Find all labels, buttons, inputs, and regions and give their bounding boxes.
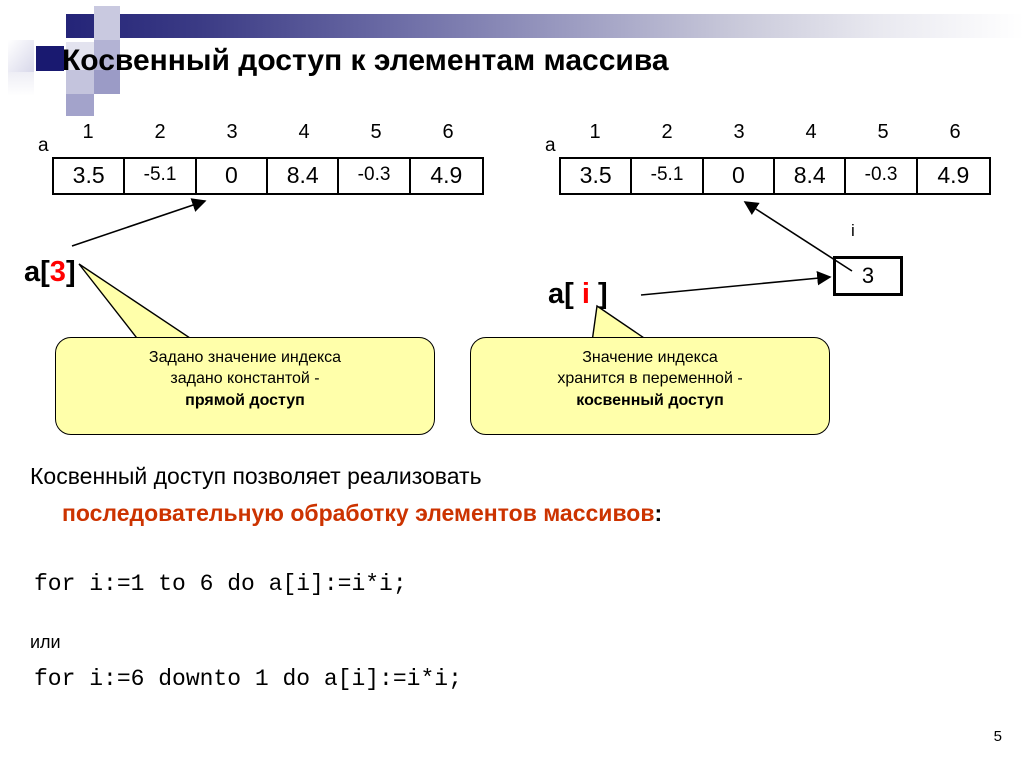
- index-label: 5: [877, 121, 889, 143]
- array-cells-right: 3.5 -5.1 0 8.4 -0.3 4.9: [559, 157, 991, 195]
- index-label: 1: [589, 121, 601, 143]
- body-text-line-1: Косвенный доступ позволяет реализовать: [30, 463, 482, 489]
- array-cell: -5.1: [125, 159, 197, 193]
- expr-index: 3: [49, 256, 66, 288]
- index-label: 6: [442, 121, 454, 143]
- index-label: 5: [370, 121, 382, 143]
- array-cell: 3.5: [561, 159, 633, 193]
- body-text-line-2: последовательную обработку элементов мас…: [62, 502, 662, 525]
- expr-prefix: a[: [24, 256, 50, 288]
- array-label-right: a: [545, 135, 556, 156]
- index-label: 4: [805, 121, 817, 143]
- deco-square-9: [66, 94, 94, 116]
- header-gradient-bar: [66, 14, 1024, 38]
- expr-prefix: a[: [548, 278, 582, 310]
- deco-square-1: [36, 46, 64, 71]
- conjunction-or: или: [30, 632, 61, 652]
- arrow-expr-to-variable: [640, 271, 832, 296]
- array-cell: 0: [197, 159, 269, 193]
- callout-line-2: хранится в переменной -: [557, 370, 743, 388]
- callout-line-1: Значение индекса: [582, 349, 718, 366]
- deco-square-2: [8, 40, 34, 72]
- index-variable-box: 3: [833, 256, 903, 296]
- callout-line-3-bold: косвенный доступ: [576, 391, 724, 409]
- callout-line-3: прямой доступ: [56, 390, 434, 411]
- arrow-direct-to-cell: [71, 198, 207, 247]
- array-cell: 8.4: [775, 159, 847, 193]
- callout-direct-access: Задано значение индекса задано константо…: [55, 337, 435, 435]
- index-label: 1: [82, 121, 94, 143]
- array-cell: 8.4: [268, 159, 340, 193]
- callout-line-1: Задано значение индекса: [148, 349, 342, 366]
- expr-index: i: [581, 278, 590, 310]
- expr-suffix: ]: [65, 256, 76, 288]
- body-text-colon: :: [654, 500, 663, 526]
- array-cell: -5.1: [632, 159, 704, 193]
- body-text-accent: последовательную обработку элементов мас…: [62, 500, 655, 526]
- index-label: 6: [949, 121, 961, 143]
- index-label: 4: [298, 121, 310, 143]
- array-cell: -0.3: [339, 159, 411, 193]
- callout-line-2: задано константой -: [170, 370, 320, 388]
- index-label: 2: [154, 121, 166, 143]
- deco-square-6: [94, 6, 120, 40]
- callout-tail-left: [78, 263, 199, 343]
- array-cells-left: 3.5 -5.1 0 8.4 -0.3 4.9: [52, 157, 484, 195]
- deco-square-3: [8, 72, 34, 96]
- array-cell: 3.5: [54, 159, 126, 193]
- page-title: Косвенный доступ к элементам массива: [62, 44, 669, 77]
- index-label: 3: [226, 121, 238, 143]
- callout-line-3-bold: прямой доступ: [185, 391, 305, 409]
- code-line-2: for i:=6 downto 1 do a[i]:=i*i;: [34, 666, 462, 692]
- array-cell: 0: [704, 159, 776, 193]
- code-line-1: for i:=1 to 6 do a[i]:=i*i;: [34, 571, 407, 597]
- expression-indirect-access: a[ i ]: [548, 280, 608, 309]
- slide: Косвенный доступ к элементам массива a 1…: [0, 0, 1024, 767]
- array-cell: 4.9: [937, 162, 970, 188]
- callout-indirect-access: Значение индекса хранится в переменной -…: [470, 337, 830, 435]
- index-label: 2: [661, 121, 673, 143]
- array-cell: 4.9: [430, 162, 463, 188]
- array-cell: -0.3: [846, 159, 918, 193]
- index-row-left: 1 2 3 4 5 6: [52, 122, 484, 142]
- page-number: 5: [993, 728, 1002, 745]
- expression-direct-access: a[3]: [24, 258, 76, 287]
- array-label-left: a: [38, 135, 49, 156]
- index-variable-label: i: [851, 221, 855, 240]
- index-row-right: 1 2 3 4 5 6: [559, 122, 991, 142]
- callout-line-3: косвенный доступ: [471, 390, 829, 411]
- index-label: 3: [733, 121, 745, 143]
- expr-suffix: ]: [589, 278, 608, 310]
